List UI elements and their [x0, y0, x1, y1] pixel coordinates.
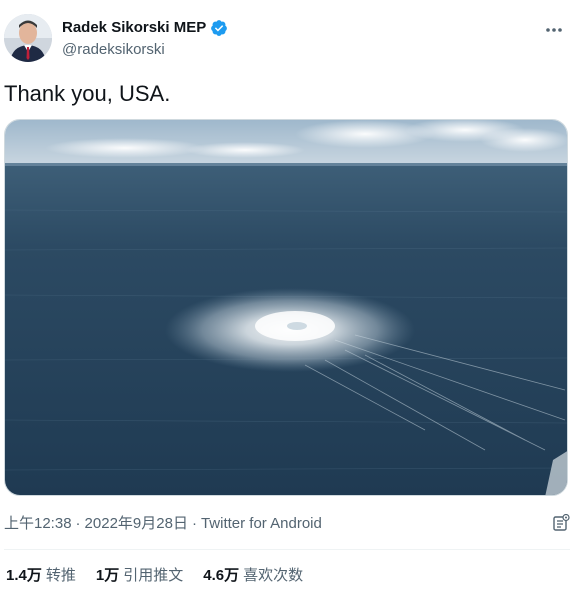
quote-tweets-stat[interactable]: 1万 引用推文: [96, 566, 183, 586]
sea-photo-image: [5, 120, 567, 495]
avatar[interactable]: [4, 14, 52, 62]
likes-stat[interactable]: 4.6万 喜欢次数: [203, 566, 303, 586]
tweet-photo[interactable]: [4, 119, 568, 496]
retweet-count: 1.4万: [6, 567, 42, 584]
like-label: 喜欢次数: [243, 567, 304, 584]
tweet-stats: 1.4万 转推 1万 引用推文 4.6万 喜欢次数: [6, 566, 303, 586]
analytics-icon[interactable]: [552, 513, 570, 532]
tweet-source[interactable]: Twitter for Android: [201, 514, 322, 534]
meta-separator: ·: [191, 515, 197, 532]
tweet-date[interactable]: 2022年9月28日: [85, 514, 188, 534]
tweet-time[interactable]: 上午12:38: [4, 514, 72, 534]
meta-separator: ·: [75, 515, 81, 532]
tweet-text: Thank you, USA.: [4, 81, 171, 106]
quote-count: 1万: [95, 567, 120, 584]
retweets-stat[interactable]: 1.4万 转推: [6, 566, 76, 586]
author-handle[interactable]: @radeksikorski: [62, 40, 228, 60]
tweet-meta: 上午12:38 · 2022年9月28日 · Twitter for Andro…: [4, 514, 322, 534]
tweet-header: Radek Sikorski MEP @radeksikorski: [4, 14, 572, 64]
like-count: 4.6万: [203, 567, 240, 584]
avatar-image: [4, 14, 52, 62]
retweet-label: 转推: [45, 567, 76, 584]
verified-badge-icon: [210, 19, 228, 37]
divider: [4, 549, 570, 550]
more-options-icon[interactable]: [542, 18, 566, 42]
author-display-name[interactable]: Radek Sikorski MEP: [62, 18, 206, 38]
quote-label: 引用推文: [123, 567, 184, 584]
